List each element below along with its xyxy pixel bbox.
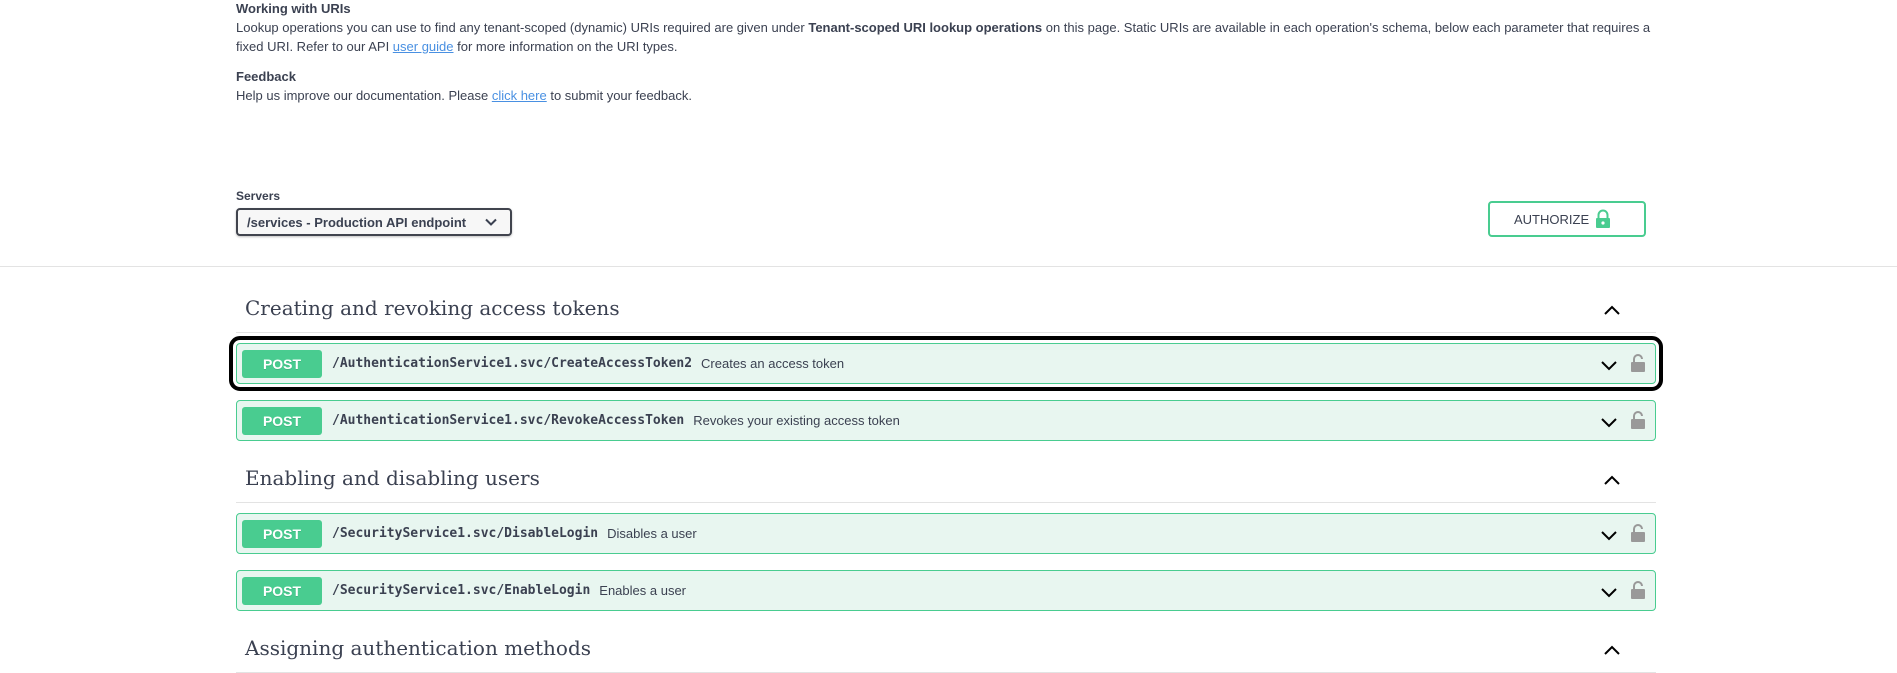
method-badge: POST: [242, 349, 322, 378]
authorize-label: AUTHORIZE: [1514, 211, 1590, 227]
feedback-link[interactable]: click here: [492, 88, 547, 103]
user-guide-link[interactable]: user guide: [393, 39, 454, 54]
tag-title: Enabling and disabling users: [245, 466, 540, 490]
uris-text-bold: Tenant-scoped URI lookup operations: [808, 20, 1043, 35]
uris-heading: Working with URIs: [236, 1, 351, 16]
operation-enable-login[interactable]: POST /SecurityService1.svc/EnableLogin E…: [236, 570, 1656, 611]
feedback-text-part: Help us improve our documentation. Pleas…: [236, 88, 492, 103]
operation-description: Enables a user: [599, 583, 687, 598]
operation-description: Creates an access token: [701, 356, 845, 371]
operation-description: Disables a user: [607, 526, 697, 541]
uris-text-part: Lookup operations you can use to find an…: [236, 20, 809, 35]
chevron-down-icon: [485, 218, 497, 226]
chevron-up-icon[interactable]: [1602, 640, 1622, 660]
operation-disable-login[interactable]: POST /SecurityService1.svc/DisableLogin …: [236, 513, 1656, 554]
operation-create-access-token[interactable]: POST /AuthenticationService1.svc/CreateA…: [229, 336, 1663, 391]
uris-section: Working with URIs Lookup operations you …: [236, 0, 1656, 56]
unlocked-icon[interactable]: [1630, 411, 1646, 430]
operation-revoke-access-token[interactable]: POST /AuthenticationService1.svc/RevokeA…: [236, 400, 1656, 441]
operation-path: /AuthenticationService1.svc/RevokeAccess…: [332, 413, 685, 428]
unlocked-icon[interactable]: [1630, 354, 1646, 373]
divider: [0, 266, 1897, 267]
chevron-down-icon[interactable]: [1599, 525, 1619, 545]
operation-description: Revokes your existing access token: [693, 413, 900, 428]
method-badge: POST: [242, 406, 322, 435]
lock-icon: [1596, 209, 1610, 228]
chevron-up-icon[interactable]: [1602, 300, 1622, 320]
unlocked-icon[interactable]: [1630, 581, 1646, 600]
unlocked-icon[interactable]: [1630, 524, 1646, 543]
tag-header-access-tokens[interactable]: Creating and revoking access tokens: [236, 290, 1656, 333]
chevron-down-icon[interactable]: [1599, 355, 1619, 375]
operation-path: /AuthenticationService1.svc/CreateAccess…: [332, 356, 693, 371]
feedback-text: Help us improve our documentation. Pleas…: [236, 86, 1656, 105]
method-badge: POST: [242, 519, 322, 548]
tag-title: Assigning authentication methods: [245, 636, 592, 660]
chevron-down-icon[interactable]: [1599, 412, 1619, 432]
operation-path: /SecurityService1.svc/EnableLogin: [332, 583, 591, 598]
feedback-section: Feedback Help us improve our documentati…: [236, 68, 1656, 105]
server-select[interactable]: /services - Production API endpoint: [236, 208, 512, 236]
uris-text: Lookup operations you can use to find an…: [236, 18, 1656, 56]
method-badge: POST: [242, 576, 322, 605]
tag-title: Creating and revoking access tokens: [245, 296, 620, 320]
tag-header-auth-methods[interactable]: Assigning authentication methods: [236, 630, 1656, 673]
feedback-heading: Feedback: [236, 69, 296, 84]
chevron-down-icon[interactable]: [1599, 582, 1619, 602]
feedback-text-part: to submit your feedback.: [546, 88, 692, 103]
operation-path: /SecurityService1.svc/DisableLogin: [332, 526, 599, 541]
servers-label: Servers: [236, 189, 281, 203]
server-selected-value: /services - Production API endpoint: [247, 214, 467, 230]
authorize-button[interactable]: AUTHORIZE: [1488, 201, 1646, 237]
uris-text-part: for more information on the URI types.: [453, 39, 678, 54]
tag-header-enabling-users[interactable]: Enabling and disabling users: [236, 460, 1656, 503]
chevron-up-icon[interactable]: [1602, 470, 1622, 490]
